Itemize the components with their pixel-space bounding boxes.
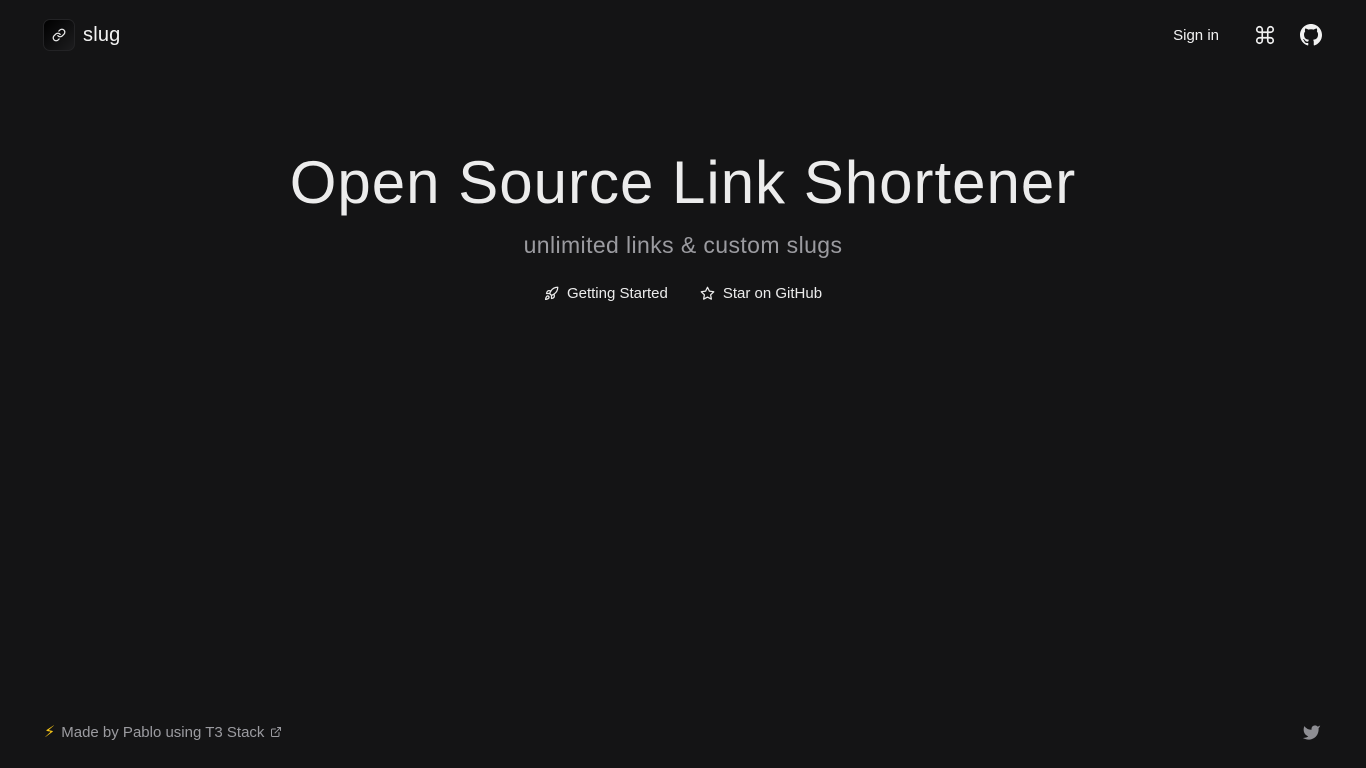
brand-name: slug [83, 23, 121, 46]
made-by-link[interactable]: ⚡ Made by Pablo using T3 Stack [44, 722, 282, 742]
star-icon [700, 286, 715, 300]
made-by-text: Made by Pablo using T3 Stack [61, 723, 265, 741]
github-icon [1300, 24, 1322, 46]
lightning-icon: ⚡ [44, 724, 56, 741]
star-on-github-label: Star on GitHub [722, 285, 823, 302]
external-link-icon [271, 727, 282, 737]
header-actions: Sign in [1173, 23, 1323, 47]
header: slug Sign in [0, 0, 1366, 70]
github-link-button[interactable] [1299, 23, 1323, 47]
twitter-icon [1302, 724, 1320, 740]
twitter-link-button[interactable] [1299, 720, 1323, 744]
command-icon [1255, 25, 1275, 45]
hero-subtitle: unlimited links & custom slugs [523, 232, 843, 258]
command-menu-button[interactable] [1253, 23, 1277, 47]
brand-logo [43, 19, 75, 51]
getting-started-button[interactable]: Getting Started [544, 285, 668, 302]
brand-home-link[interactable]: slug [43, 19, 121, 51]
hero: Open Source Link Shortener unlimited lin… [0, 148, 1366, 302]
signin-button[interactable]: Sign in [1173, 27, 1219, 44]
page: slug Sign in Open Source Link Shortener … [0, 0, 1366, 768]
star-on-github-button[interactable]: Star on GitHub [700, 285, 822, 302]
rocket-icon [544, 286, 559, 301]
footer: ⚡ Made by Pablo using T3 Stack [0, 698, 1366, 768]
cta-row: Getting Started Star on GitHub [0, 285, 1366, 302]
hero-title: Open Source Link Shortener [289, 149, 1077, 216]
getting-started-label: Getting Started [566, 285, 668, 302]
link-icon [52, 28, 66, 42]
